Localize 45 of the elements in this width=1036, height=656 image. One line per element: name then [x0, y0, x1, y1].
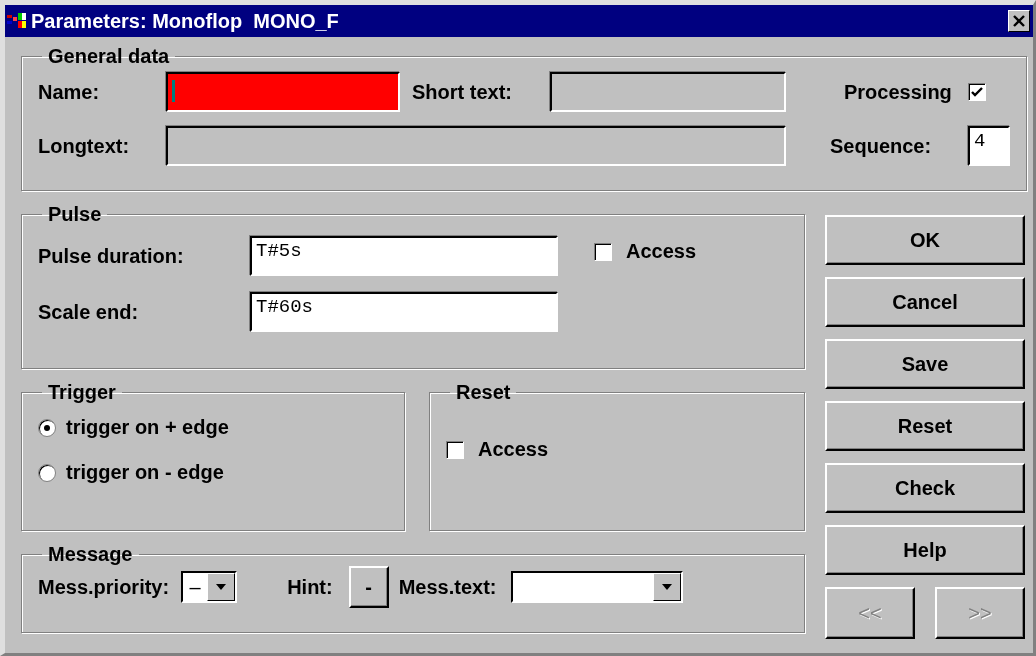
priority-dropdown[interactable]: – — [181, 571, 238, 603]
input-field[interactable]: T#5s — [250, 236, 558, 276]
dialog-button[interactable]: Save — [825, 339, 1025, 389]
dialog-button[interactable]: OK — [825, 215, 1025, 265]
dropdown-arrow-icon — [215, 583, 228, 591]
message-dropdown[interactable] — [510, 571, 683, 603]
hint-button[interactable]: - — [348, 566, 389, 608]
checkbox-label: Access — [626, 240, 697, 263]
input-field[interactable] — [166, 126, 786, 166]
dropdown-arrow-icon — [660, 583, 673, 591]
checkbox[interactable] — [968, 83, 986, 101]
dialog-button[interactable]: Help — [825, 525, 1025, 575]
close-button[interactable] — [1008, 10, 1030, 32]
field-label: Longtext: — [38, 134, 131, 158]
radio-label: trigger on + edge — [66, 416, 229, 439]
field-label: Hint: — [287, 575, 333, 599]
close-icon — [1012, 14, 1026, 28]
checkbox[interactable] — [446, 440, 464, 459]
radio-button[interactable] — [38, 418, 56, 437]
field-label: Sequence: — [829, 134, 932, 158]
field-label: Mess.text: — [398, 575, 497, 599]
field-label: Pulse duration: — [38, 244, 185, 268]
app-icon — [7, 12, 27, 30]
checkbox[interactable] — [594, 242, 612, 261]
input-field[interactable] — [166, 72, 400, 112]
input-field[interactable]: 4 — [968, 126, 1010, 166]
input-field[interactable] — [550, 72, 786, 112]
group-title: Reset — [455, 381, 512, 404]
dialog-button[interactable]: Cancel — [825, 277, 1025, 327]
group-title: Message — [47, 543, 134, 566]
dialog-button[interactable]: Reset — [825, 401, 1025, 451]
group-title: Pulse — [47, 203, 103, 226]
dialog-button[interactable]: Check — [825, 463, 1025, 513]
field-label: Short text: — [412, 80, 513, 104]
field-label: Scale end: — [38, 300, 140, 324]
group-title: Trigger — [47, 381, 117, 404]
field-label: Mess.priority: — [38, 575, 170, 599]
field-label: Name: — [38, 80, 101, 104]
input-field[interactable]: T#60s — [250, 292, 558, 332]
radio-button[interactable] — [38, 463, 56, 482]
radio-label: trigger on - edge — [66, 461, 224, 484]
field-label: Processing — [843, 80, 952, 104]
window-title: Parameters: Monoflop MONO_F — [31, 9, 340, 33]
group-title: General data — [47, 45, 171, 68]
checkbox-label: Access — [478, 438, 549, 461]
